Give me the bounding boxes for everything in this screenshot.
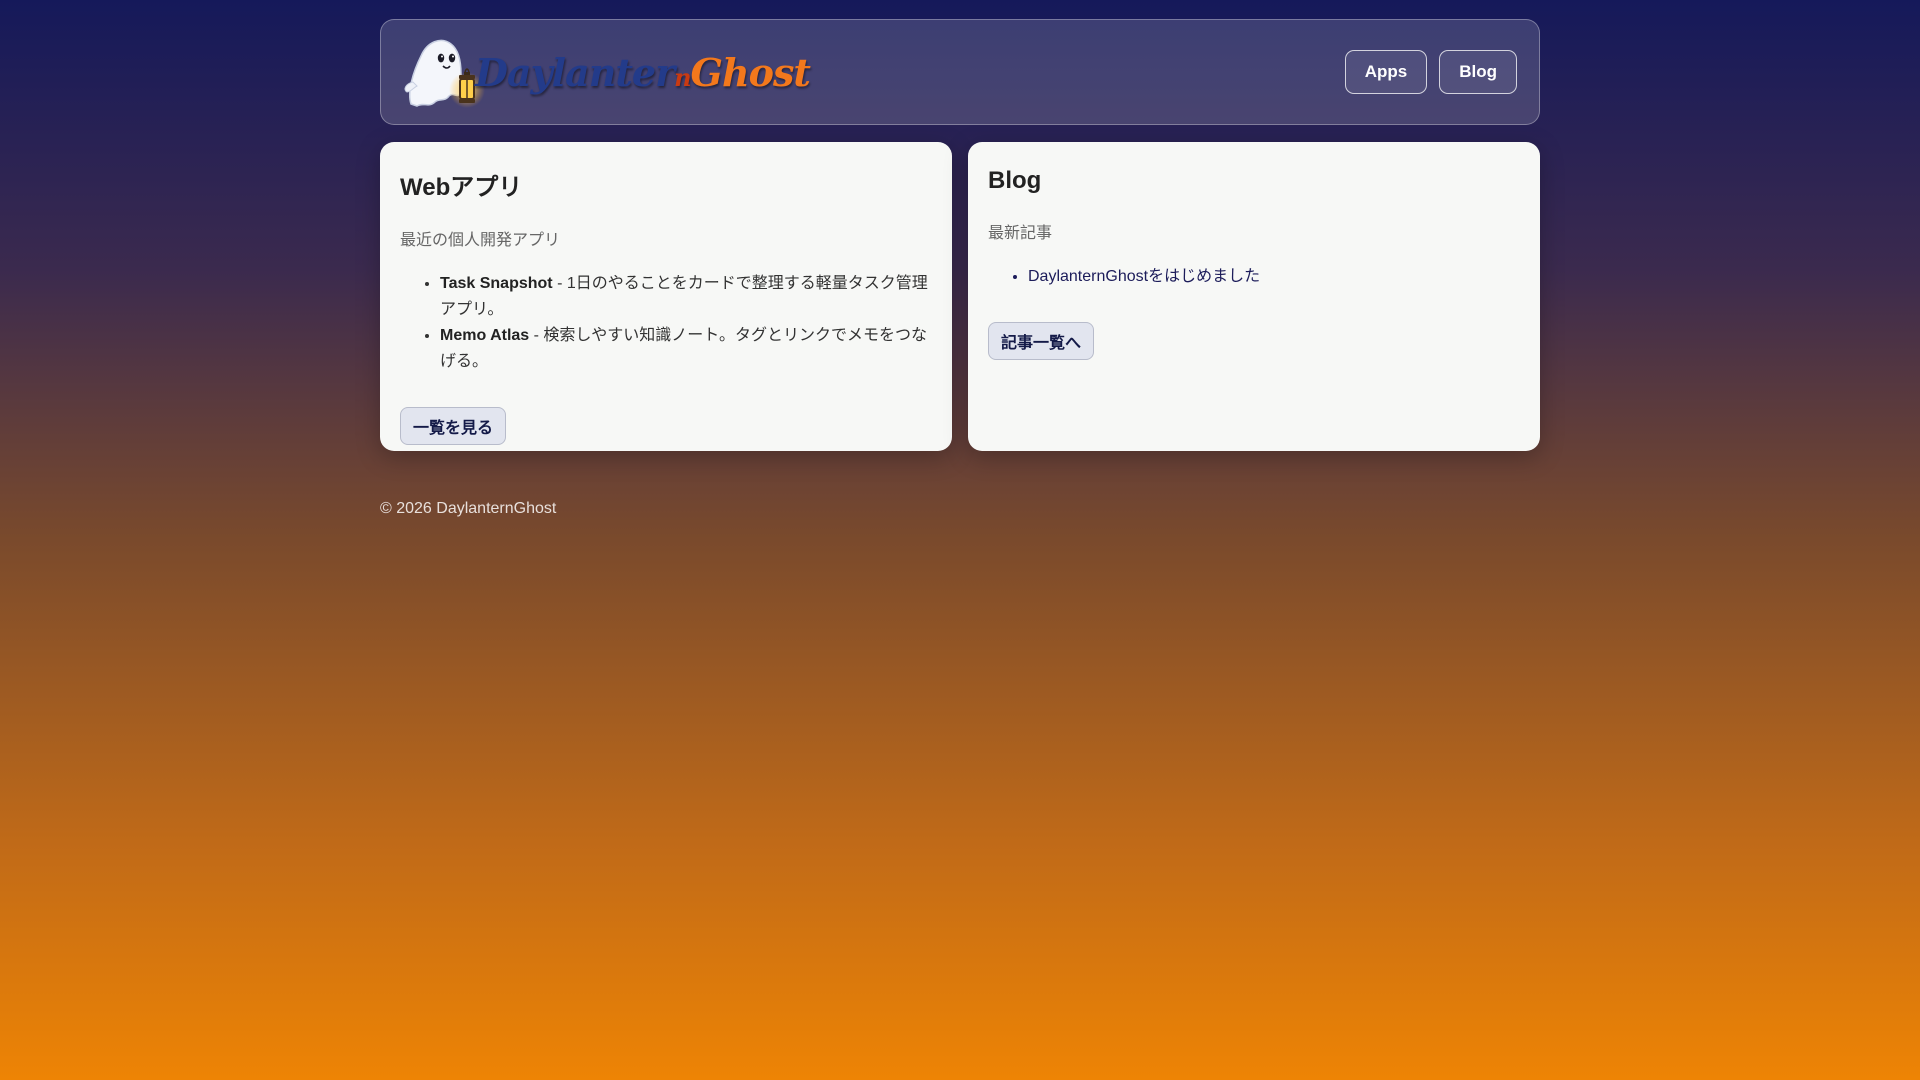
blog-post-link[interactable]: DaylanternGhostをはじめました bbox=[1028, 264, 1520, 290]
view-posts-button[interactable]: 記事一覧へ bbox=[988, 322, 1095, 360]
apps-list: Task Snapshot - 1日のやることをカードで整理する軽量タスク管理ア… bbox=[400, 271, 932, 375]
apps-card-subtitle: 最近の個人開発アプリ bbox=[400, 232, 561, 249]
logo-wordmark: DaylanternGhost bbox=[475, 49, 811, 95]
apps-card-title: Webアプリ bbox=[400, 174, 523, 201]
blog-post-list: DaylanternGhostをはじめました bbox=[988, 264, 1520, 290]
blog-card-subtitle: 最新記事 bbox=[988, 225, 1053, 242]
app-name: Task Snapshot bbox=[440, 275, 553, 292]
copyright-text: © 2026 DaylanternGhost bbox=[380, 500, 557, 517]
list-item: Task Snapshot - 1日のやることをカードで整理する軽量タスク管理ア… bbox=[440, 271, 932, 323]
main-nav: Apps Blog bbox=[1344, 50, 1517, 94]
apps-card: Webアプリ 最近の個人開発アプリ Task Snapshot - 1日のやるこ… bbox=[380, 142, 952, 451]
app-name: Memo Atlas bbox=[440, 327, 530, 344]
logo-text-ghost: Ghost bbox=[690, 49, 811, 95]
logo-text-n: n bbox=[674, 62, 691, 92]
view-apps-button[interactable]: 一覧を見る bbox=[400, 407, 507, 445]
ghost-icon bbox=[404, 39, 485, 108]
logo-text-daylantern: Daylanter bbox=[475, 49, 675, 95]
site-footer: © 2026 DaylanternGhost bbox=[380, 500, 1540, 518]
nav-blog-button[interactable]: Blog bbox=[1439, 50, 1517, 94]
blog-card: Blog 最新記事 DaylanternGhostをはじめました 記事一覧へ bbox=[968, 142, 1540, 451]
blog-card-title: Blog bbox=[988, 167, 1042, 194]
nav-apps-button[interactable]: Apps bbox=[1344, 50, 1428, 94]
page-wrapper: DaylanternGhost Apps Blog Webアプリ 最近の個人開発… bbox=[380, 19, 1540, 518]
site-logo[interactable]: DaylanternGhost bbox=[403, 32, 811, 112]
site-header: DaylanternGhost Apps Blog bbox=[380, 19, 1540, 125]
list-item: Memo Atlas - 検索しやすい知識ノート。タグとリンクでメモをつなげる。 bbox=[440, 323, 932, 375]
card-row: Webアプリ 最近の個人開発アプリ Task Snapshot - 1日のやるこ… bbox=[380, 142, 1540, 451]
